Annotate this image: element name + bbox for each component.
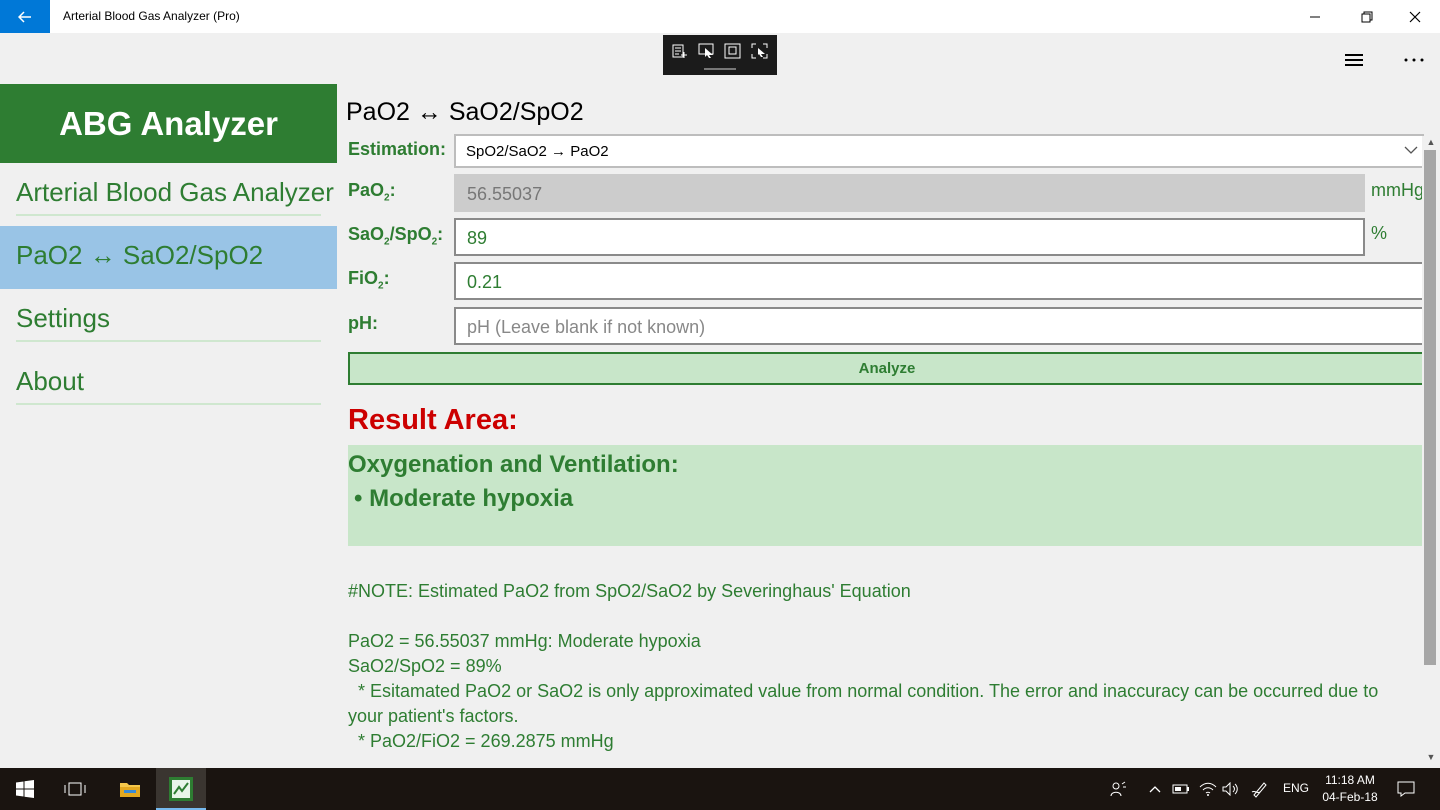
minimize-icon xyxy=(1310,16,1320,17)
minimize-button[interactable] xyxy=(1292,0,1338,33)
fio2-label: FiO2: xyxy=(348,268,390,292)
result-box: Oxygenation and Ventilation: • Moderate … xyxy=(348,445,1424,546)
sidebar-item-label: Settings xyxy=(16,303,110,333)
language-indicator[interactable]: ENG xyxy=(1283,781,1309,795)
select-element-icon[interactable] xyxy=(697,42,717,60)
note-line: #NOTE: Estimated PaO2 from SpO2/SaO2 by … xyxy=(348,581,911,601)
sidebar-item-label: About xyxy=(16,366,84,396)
pao2-label: PaO2: xyxy=(348,180,396,204)
people-icon[interactable] xyxy=(1104,768,1132,810)
result-line-title: Oxygenation and Ventilation: xyxy=(348,451,679,478)
result-heading: Result Area: xyxy=(348,404,518,436)
sidebar-item-label: PaO2 ↔ SaO2/SpO2 xyxy=(16,240,264,270)
back-button[interactable] xyxy=(0,0,50,33)
close-icon xyxy=(1409,11,1421,22)
restore-icon xyxy=(1361,11,1373,22)
notification-center-icon[interactable] xyxy=(1392,768,1420,810)
sidebar-item-settings[interactable]: Settings xyxy=(0,289,337,352)
note-line: * PaO2/FiO2 = 269.2875 mmHg xyxy=(348,731,614,751)
pen-workspace-icon[interactable] xyxy=(1248,768,1272,810)
volume-icon[interactable] xyxy=(1220,768,1242,810)
display-layout-adorners-icon[interactable] xyxy=(723,42,743,60)
wifi-icon[interactable] xyxy=(1197,768,1219,810)
sao2-unit: % xyxy=(1371,223,1388,243)
scroll-down-icon[interactable]: ▼ xyxy=(1424,752,1438,762)
estimation-label: Estimation: xyxy=(348,139,447,159)
debug-toolbar-handle[interactable] xyxy=(704,68,736,70)
track-focus-icon[interactable] xyxy=(750,42,770,60)
note-line: * Esitamated PaO2 or SaO2 is only approx… xyxy=(348,681,1379,701)
task-view-icon[interactable] xyxy=(50,768,100,810)
battery-icon[interactable] xyxy=(1170,768,1192,810)
sao2-spo2-field[interactable]: 89 xyxy=(454,218,1365,256)
clock-date: 04-Feb-18 xyxy=(1322,790,1378,804)
scrollbar-thumb[interactable] xyxy=(1424,150,1436,665)
chevron-down-icon xyxy=(1404,142,1418,159)
sidebar-item-pao2-sao2[interactable]: PaO2 ↔ SaO2/SpO2 xyxy=(0,226,337,289)
main-content: PaO2 ↔ SaO2/SpO2 Estimation: SpO2/SaO2 →… xyxy=(338,84,1440,768)
more-options-icon[interactable] xyxy=(1400,50,1428,70)
sidebar: ABG Analyzer Arterial Blood Gas Analyzer… xyxy=(0,84,337,768)
result-line-finding: • Moderate hypoxia xyxy=(354,485,574,512)
sao2-spo2-label: SaO2/SpO2: xyxy=(348,224,444,248)
pao2-unit: mmHg xyxy=(1371,180,1424,200)
ph-label: pH: xyxy=(348,313,378,333)
estimation-selected-value: SpO2/SaO2 → PaO2 xyxy=(466,143,609,160)
divider xyxy=(16,403,321,405)
file-explorer-icon[interactable] xyxy=(105,768,155,810)
taskbar: ENG 11:18 AM 04-Feb-18 xyxy=(0,768,1440,810)
title-bar: Arterial Blood Gas Analyzer (Pro) xyxy=(0,0,1440,33)
pao2-field[interactable]: 56.55037 xyxy=(454,174,1365,212)
hamburger-menu-icon[interactable] xyxy=(1342,50,1366,70)
chevron-up-icon[interactable] xyxy=(1146,768,1164,810)
windows-start-icon[interactable] xyxy=(0,768,50,810)
sidebar-item-about[interactable]: About xyxy=(0,352,337,415)
note-line: your patient's factors. xyxy=(348,706,519,726)
fio2-field[interactable]: 0.21 xyxy=(454,262,1426,300)
divider xyxy=(16,340,321,342)
live-visual-tree-icon[interactable] xyxy=(670,42,690,60)
note-line: PaO2 = 56.55037 mmHg: Moderate hypoxia xyxy=(348,631,701,651)
page-title: PaO2 ↔ SaO2/SpO2 xyxy=(346,98,584,126)
divider xyxy=(16,214,321,216)
scroll-up-icon[interactable]: ▲ xyxy=(1424,137,1438,147)
abg-app-icon[interactable] xyxy=(156,768,206,810)
clock-time: 11:18 AM xyxy=(1325,773,1375,787)
window-title: Arterial Blood Gas Analyzer (Pro) xyxy=(63,9,240,23)
sidebar-item-abg-analyzer[interactable]: Arterial Blood Gas Analyzer xyxy=(0,163,337,226)
analyze-button[interactable]: Analyze xyxy=(348,352,1426,385)
close-button[interactable] xyxy=(1392,0,1438,33)
sidebar-item-label: Arterial Blood Gas Analyzer xyxy=(16,177,334,207)
note-line: SaO2/SpO2 = 89% xyxy=(348,656,502,676)
clock[interactable]: 11:18 AM 04-Feb-18 xyxy=(1322,772,1378,806)
restore-button[interactable] xyxy=(1344,0,1390,33)
ph-field[interactable]: pH (Leave blank if not known) xyxy=(454,307,1426,345)
estimation-select[interactable]: SpO2/SaO2 → PaO2 xyxy=(454,134,1424,168)
notes-text: #NOTE: Estimated PaO2 from SpO2/SaO2 by … xyxy=(348,579,1428,754)
app-brand: ABG Analyzer xyxy=(0,84,337,163)
back-arrow-icon xyxy=(18,10,31,23)
